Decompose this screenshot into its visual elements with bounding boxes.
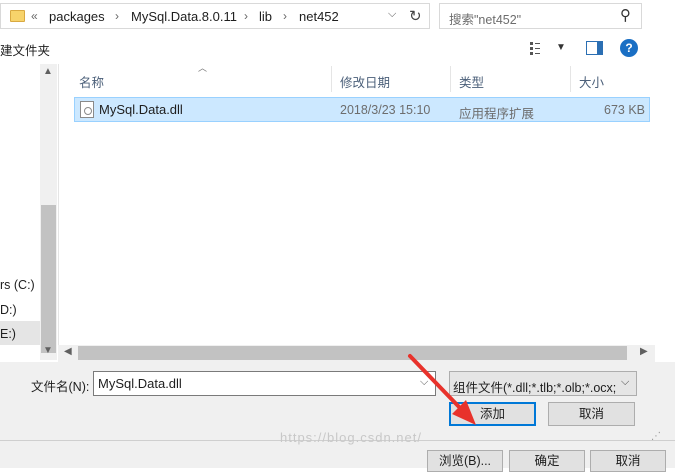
column-header-type[interactable]: 类型 (459, 72, 484, 91)
nav-item-drive-e[interactable]: E:) (0, 327, 16, 341)
search-placeholder: 搜索"net452" (449, 13, 522, 27)
refresh-icon[interactable]: ↻ (409, 7, 422, 25)
scroll-right-icon[interactable]: ▶ (640, 346, 648, 357)
watermark: https://blog.csdn.net/ (280, 430, 422, 445)
file-type-cell: 应用程序扩展 (459, 107, 535, 121)
scroll-up-icon[interactable]: ▲ (43, 66, 53, 77)
breadcrumb-net452[interactable]: net452 (299, 9, 339, 24)
file-type-filter-select[interactable]: 组件文件(*.dll;*.tlb;*.olb;*.ocx; ⌵ (449, 371, 637, 396)
dll-file-icon (80, 101, 94, 118)
file-name-input[interactable]: MySql.Data.dll ⌵ (93, 371, 436, 396)
chevron-down-icon[interactable]: ⌵ (621, 376, 629, 389)
view-options-icon[interactable] (528, 40, 550, 56)
chevron-right-icon: › (283, 9, 287, 23)
nav-scrollbar-thumb[interactable] (41, 205, 56, 353)
column-header-size[interactable]: 大小 (579, 72, 604, 91)
chevron-right-icon: › (115, 9, 119, 23)
preview-pane-icon[interactable] (586, 41, 603, 55)
scroll-left-icon[interactable]: ◀ (64, 346, 72, 357)
sort-ascending-icon: ︿ (198, 63, 208, 73)
breadcrumb-packages[interactable]: packages (49, 9, 105, 24)
search-icon[interactable]: ⚲ (620, 6, 631, 24)
horizontal-scrollbar-thumb[interactable] (78, 346, 627, 360)
add-button[interactable]: 添加 (449, 402, 536, 426)
column-header-modified[interactable]: 修改日期 (340, 72, 390, 91)
nav-item-drive-c[interactable]: rs (C:) (0, 278, 35, 292)
file-name-cell[interactable]: MySql.Data.dll (99, 102, 183, 117)
file-modified-cell: 2018/3/23 15:10 (340, 103, 431, 117)
column-header-name[interactable]: 名称 (79, 72, 104, 91)
browse-button[interactable]: 浏览(B)... (427, 450, 503, 472)
breadcrumb-lib[interactable]: lib (259, 9, 272, 24)
address-dropdown-icon[interactable]: ⌵ (388, 8, 396, 21)
new-folder-button[interactable]: 建文件夹 (0, 40, 50, 59)
breadcrumb-overflow-icon[interactable]: « (31, 9, 38, 23)
view-dropdown-icon[interactable]: ▼ (556, 42, 566, 53)
file-type-filter-value: 组件文件(*.dll;*.tlb;*.olb;*.ocx; (453, 381, 617, 395)
nav-item-drive-d[interactable]: D:) (0, 303, 17, 317)
search-box[interactable]: 搜索"net452" ⚲ (439, 3, 642, 29)
help-icon[interactable]: ? (620, 39, 638, 57)
column-divider[interactable] (331, 66, 332, 92)
file-name-value: MySql.Data.dll (98, 376, 182, 391)
folder-icon (10, 10, 25, 22)
column-divider[interactable] (570, 66, 571, 92)
column-divider[interactable] (450, 66, 451, 92)
cancel-button[interactable]: 取消 (548, 402, 635, 426)
address-bar[interactable]: « packages › MySql.Data.8.0.11 › lib › n… (0, 3, 430, 29)
cancel-button-outer[interactable]: 取消 (590, 450, 666, 472)
file-size-cell: 673 KB (604, 103, 646, 117)
chevron-down-icon[interactable]: ⌵ (420, 376, 428, 389)
chevron-right-icon: › (244, 9, 248, 23)
file-name-label: 文件名(N): (31, 380, 90, 394)
breadcrumb-mysql-data[interactable]: MySql.Data.8.0.11 (131, 9, 237, 24)
scroll-down-icon[interactable]: ▼ (43, 345, 53, 356)
ok-button[interactable]: 确定 (509, 450, 585, 472)
